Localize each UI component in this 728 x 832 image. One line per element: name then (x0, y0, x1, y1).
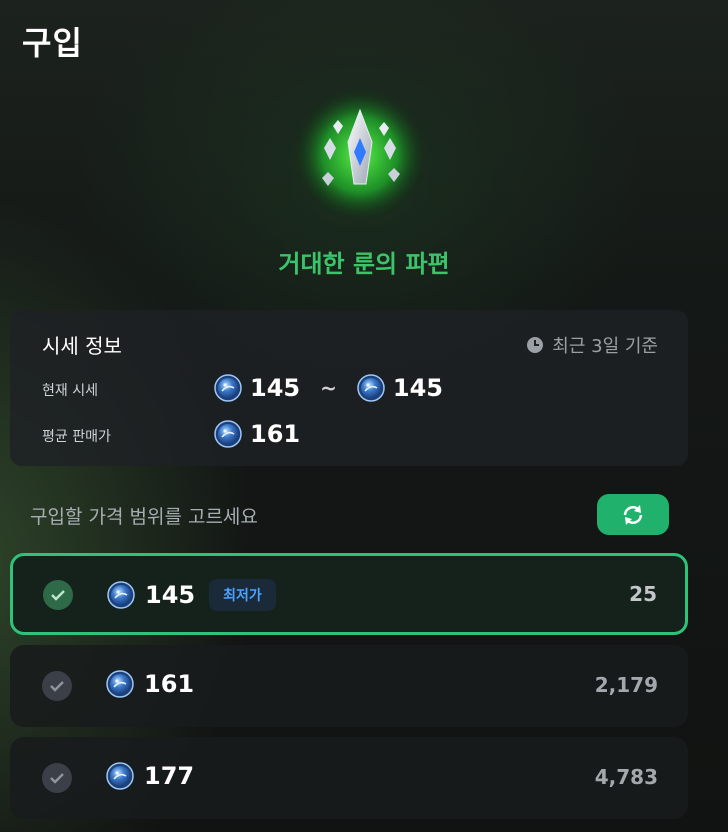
refresh-icon (623, 504, 643, 525)
blue-coin-icon (107, 581, 135, 609)
market-info-title: 시세 정보 (42, 334, 122, 358)
price-option-145[interactable]: 145 최저가 25 (10, 553, 688, 635)
option-price-value: 177 (144, 762, 195, 790)
average-price-label: 평균 판매가 (42, 429, 111, 445)
price-range-prompt: 구입할 가격 범위를 고르세요 (30, 506, 258, 528)
market-info-card: 시세 정보 최근 3일 기준 현재 시세 145 ~ 145 평균 판매가 16… (10, 310, 688, 466)
average-price: 161 (214, 420, 300, 448)
blue-coin-icon (357, 374, 385, 402)
range-separator: ~ (320, 376, 337, 400)
option-price: 161 (106, 670, 194, 698)
item-name: 거대한 룬의 파편 (278, 250, 450, 278)
check-icon (42, 763, 72, 793)
current-price-max: 145 (392, 374, 443, 402)
market-basis-text: 최근 3일 기준 (552, 336, 658, 357)
average-price-value: 161 (250, 420, 301, 448)
rune-shard-icon (292, 84, 428, 220)
blue-coin-icon (214, 374, 242, 402)
option-price-value: 145 (145, 581, 196, 609)
blue-coin-icon (214, 420, 242, 448)
refresh-button[interactable] (597, 494, 669, 535)
option-quantity: 4,783 (594, 765, 658, 789)
current-price-range: 145 ~ 145 (214, 374, 443, 402)
check-icon (43, 580, 73, 610)
market-basis: 최근 3일 기준 (526, 332, 658, 358)
clock-icon (527, 337, 544, 353)
price-option-161[interactable]: 161 2,179 (10, 645, 688, 727)
current-price-label: 현재 시세 (42, 383, 98, 399)
blue-coin-icon (106, 670, 134, 698)
option-quantity: 25 (629, 582, 657, 606)
lowest-price-badge: 최저가 (209, 579, 276, 611)
blue-coin-icon (106, 762, 134, 790)
price-option-177[interactable]: 177 4,783 (10, 737, 688, 819)
current-price-min: 145 (250, 374, 301, 402)
check-icon (42, 671, 72, 701)
option-price-value: 161 (144, 670, 195, 698)
option-quantity: 2,179 (594, 673, 658, 697)
option-price: 177 (106, 762, 194, 790)
page-title: 구입 (22, 24, 83, 62)
option-price: 145 최저가 (107, 579, 276, 611)
